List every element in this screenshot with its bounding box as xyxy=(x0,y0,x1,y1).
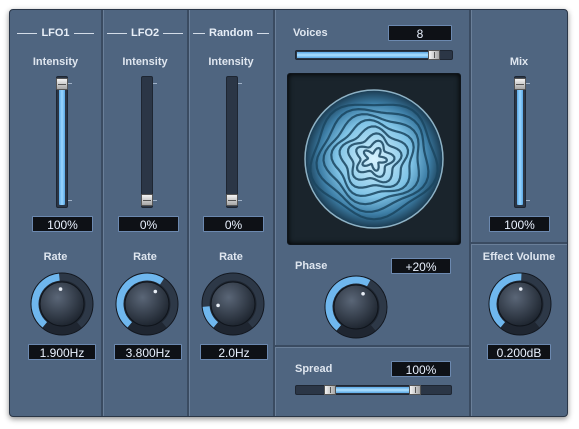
spread-fill xyxy=(334,387,411,393)
phase-label: Phase xyxy=(295,260,328,272)
section-divider xyxy=(275,345,469,348)
lfo2-intensity-handle[interactable] xyxy=(141,194,153,206)
spread-readout[interactable]: 100% xyxy=(391,361,451,377)
phase-readout[interactable]: +20% xyxy=(391,258,451,274)
voices-visual-display xyxy=(287,73,461,245)
random-title: Random xyxy=(189,27,273,39)
effect-volume-label: Effect Volume xyxy=(482,251,556,263)
knob-pointer xyxy=(361,291,365,296)
lfo1-rate-label: Rate xyxy=(43,251,68,263)
section-divider xyxy=(471,242,567,245)
column-divider xyxy=(469,10,472,416)
lfo1-intensity-slider[interactable] xyxy=(56,76,72,208)
slider-tick xyxy=(153,200,157,201)
mix-fill xyxy=(517,82,523,205)
lfo2-rate-knob[interactable] xyxy=(113,270,181,338)
slider-tick xyxy=(68,200,72,201)
phase-knob[interactable] xyxy=(322,273,390,341)
column-divider xyxy=(187,10,190,416)
knob-cap xyxy=(124,281,170,327)
knob-pointer xyxy=(518,287,523,291)
lfo1-rate-readout[interactable]: 1.900Hz xyxy=(28,344,96,360)
mix-label: Mix xyxy=(509,56,529,68)
ensemble-plugin-panel: LFO1 Intensity 100% Rate 1.900Hz LFO2 In… xyxy=(9,9,568,417)
spread-label: Spread xyxy=(295,363,333,375)
lfo1-rate-knob[interactable] xyxy=(28,270,96,338)
slider-tick xyxy=(238,83,242,84)
voices-slider[interactable] xyxy=(295,50,453,60)
lfo2-intensity-readout[interactable]: 0% xyxy=(118,216,179,232)
slider-tick xyxy=(68,83,72,84)
lfo1-intensity-handle[interactable] xyxy=(56,78,68,90)
random-rate-readout[interactable]: 2.0Hz xyxy=(200,344,268,360)
lfo1-title: LFO1 xyxy=(10,27,101,39)
mix-handle[interactable] xyxy=(514,78,526,90)
spread-low-handle[interactable] xyxy=(324,385,337,395)
voices-handle[interactable] xyxy=(428,50,441,60)
slider-tick xyxy=(526,83,530,84)
lfo2-intensity-slider[interactable] xyxy=(141,76,157,208)
spread-range-slider[interactable] xyxy=(295,385,452,395)
random-intensity-slider[interactable] xyxy=(226,76,242,208)
lfo2-intensity-label: Intensity xyxy=(122,56,168,68)
column-divider xyxy=(101,10,104,416)
spread-high-handle[interactable] xyxy=(408,385,421,395)
random-rate-label: Rate xyxy=(219,251,243,263)
knob-pointer xyxy=(216,303,220,308)
swirl-visualization xyxy=(304,89,444,229)
mix-slider[interactable] xyxy=(514,76,530,208)
column-divider xyxy=(273,10,276,416)
random-intensity-handle[interactable] xyxy=(226,194,238,206)
random-intensity-label: Intensity xyxy=(208,56,254,68)
lfo2-rate-readout[interactable]: 3.800Hz xyxy=(114,344,182,360)
lfo1-intensity-label: Intensity xyxy=(32,56,79,68)
knob-pointer xyxy=(58,287,63,291)
knob-pointer xyxy=(153,289,158,294)
voices-label: Voices xyxy=(293,27,328,39)
lfo2-title: LFO2 xyxy=(103,27,187,39)
lfo1-intensity-fill xyxy=(59,82,65,205)
effect-volume-readout[interactable]: 0.200dB xyxy=(487,344,551,360)
slider-tick xyxy=(526,200,530,201)
voices-fill xyxy=(297,52,430,58)
lfo1-intensity-readout[interactable]: 100% xyxy=(32,216,93,232)
voices-readout[interactable]: 8 xyxy=(388,25,452,41)
slider-tick xyxy=(238,200,242,201)
lfo2-rate-label: Rate xyxy=(133,251,157,263)
random-rate-knob[interactable] xyxy=(199,270,267,338)
slider-tick xyxy=(153,83,157,84)
knob-cap xyxy=(333,284,379,330)
mix-readout[interactable]: 100% xyxy=(489,216,550,232)
random-intensity-readout[interactable]: 0% xyxy=(203,216,264,232)
effect-volume-knob[interactable] xyxy=(486,270,554,338)
